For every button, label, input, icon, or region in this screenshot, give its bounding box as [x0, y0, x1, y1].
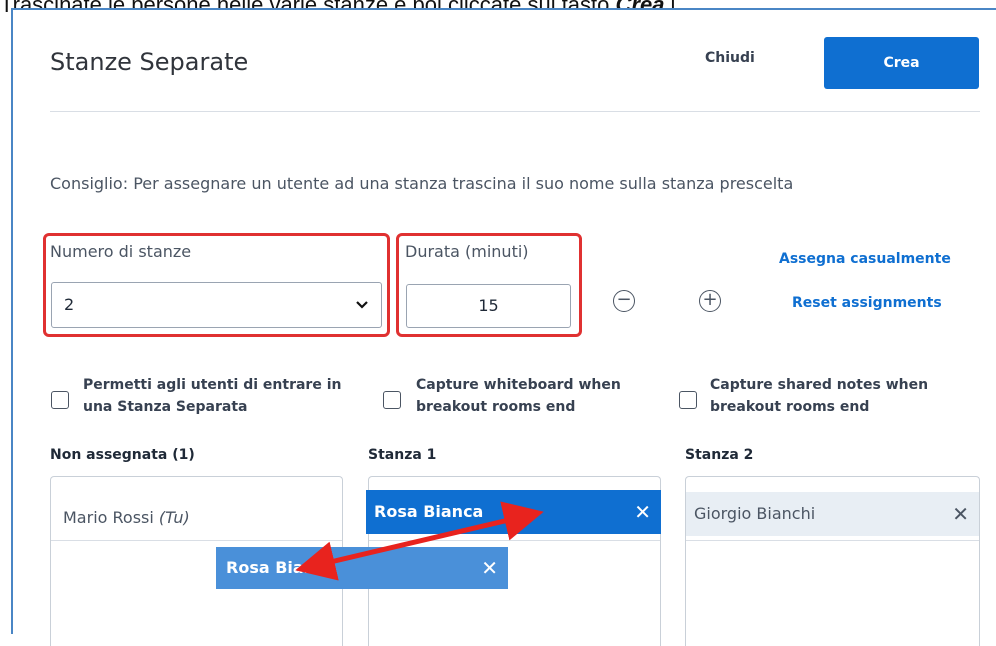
drag-ghost-rosa-bianca: Rosa Bianca ✕	[216, 547, 508, 589]
close-icon: ✕	[481, 556, 498, 580]
user-item-giorgio-bianchi[interactable]: Giorgio Bianchi ✕	[686, 492, 979, 536]
random-assign-link[interactable]: Assegna casualmente	[779, 251, 951, 267]
increase-duration-icon[interactable]: +	[699, 290, 721, 312]
header-divider	[50, 111, 980, 112]
room-2-column-title: Stanza 2	[685, 447, 754, 463]
close-icon[interactable]: ✕	[952, 492, 969, 536]
row-divider	[51, 540, 342, 541]
allow-join-checkbox[interactable]	[51, 391, 69, 409]
assignment-tip: Consiglio: Per assegnare un utente ad un…	[50, 174, 794, 193]
create-button[interactable]: Crea	[824, 37, 979, 89]
reset-assignments-link[interactable]: Reset assignments	[792, 295, 942, 311]
unassigned-column-title: Non assegnata (1)	[50, 447, 195, 463]
breakout-rooms-modal: Stanze Separate Chiudi Crea Consiglio: P…	[11, 8, 996, 646]
chevron-down-icon	[355, 283, 369, 345]
duration-input[interactable]: 15	[406, 284, 571, 328]
user-item-rosa-bianca[interactable]: Rosa Bianca ✕	[366, 490, 661, 534]
close-button[interactable]: Chiudi	[705, 50, 755, 66]
modal-title: Stanze Separate	[50, 48, 249, 76]
row-divider	[369, 540, 660, 541]
duration-label: Durata (minuti)	[405, 242, 529, 261]
user-item-mario-rossi[interactable]: Mario Rossi (Tu)	[51, 495, 342, 540]
capture-notes-checkbox[interactable]	[679, 391, 697, 409]
decrease-duration-icon[interactable]: −	[613, 290, 635, 312]
capture-notes-label: Capture shared notes when breakout rooms …	[710, 377, 929, 415]
capture-whiteboard-checkbox[interactable]	[383, 391, 401, 409]
room-1-column-title: Stanza 1	[368, 447, 437, 463]
rooms-count-value: 2	[64, 295, 75, 314]
allow-join-label: Permetti agli utenti di entrare in una St…	[83, 377, 342, 415]
close-icon[interactable]: ✕	[634, 490, 651, 534]
capture-whiteboard-label: Capture whiteboard when breakout rooms en…	[416, 377, 621, 415]
rooms-count-select[interactable]: 2	[51, 282, 382, 328]
row-divider	[686, 540, 979, 541]
rooms-count-label: Numero di stanze	[50, 242, 192, 261]
